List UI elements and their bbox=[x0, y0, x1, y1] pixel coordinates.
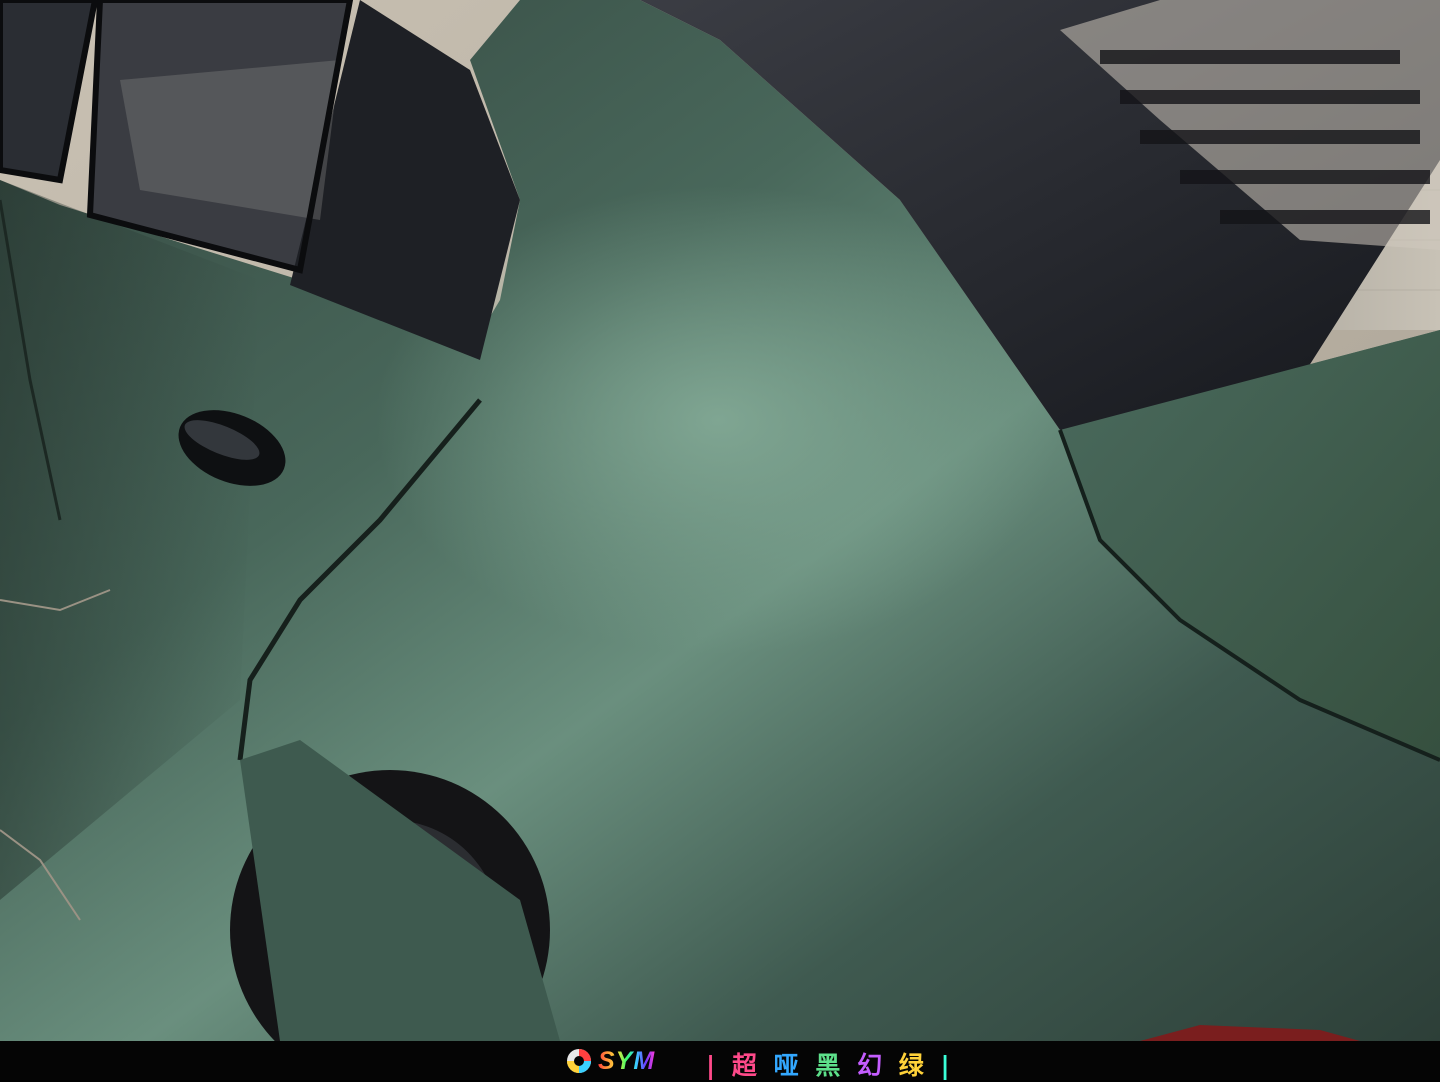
caption-prefix: | bbox=[706, 1051, 720, 1080]
caption-char: 黑 bbox=[815, 1051, 845, 1080]
sym-logo-icon bbox=[567, 1049, 591, 1073]
brand-name: SYM bbox=[598, 1046, 656, 1075]
brand-logo: SYM bbox=[566, 1047, 655, 1075]
caption-char: 超 bbox=[731, 1051, 761, 1080]
caption-char: 哑 bbox=[773, 1051, 803, 1080]
caption-char: 绿 bbox=[898, 1051, 928, 1080]
caption-char: 幻 bbox=[857, 1051, 887, 1080]
caption-suffix: | bbox=[940, 1051, 954, 1080]
car-photo bbox=[0, 0, 1440, 1041]
caption: | 超 哑 黑 幻 绿 | bbox=[706, 1046, 954, 1080]
